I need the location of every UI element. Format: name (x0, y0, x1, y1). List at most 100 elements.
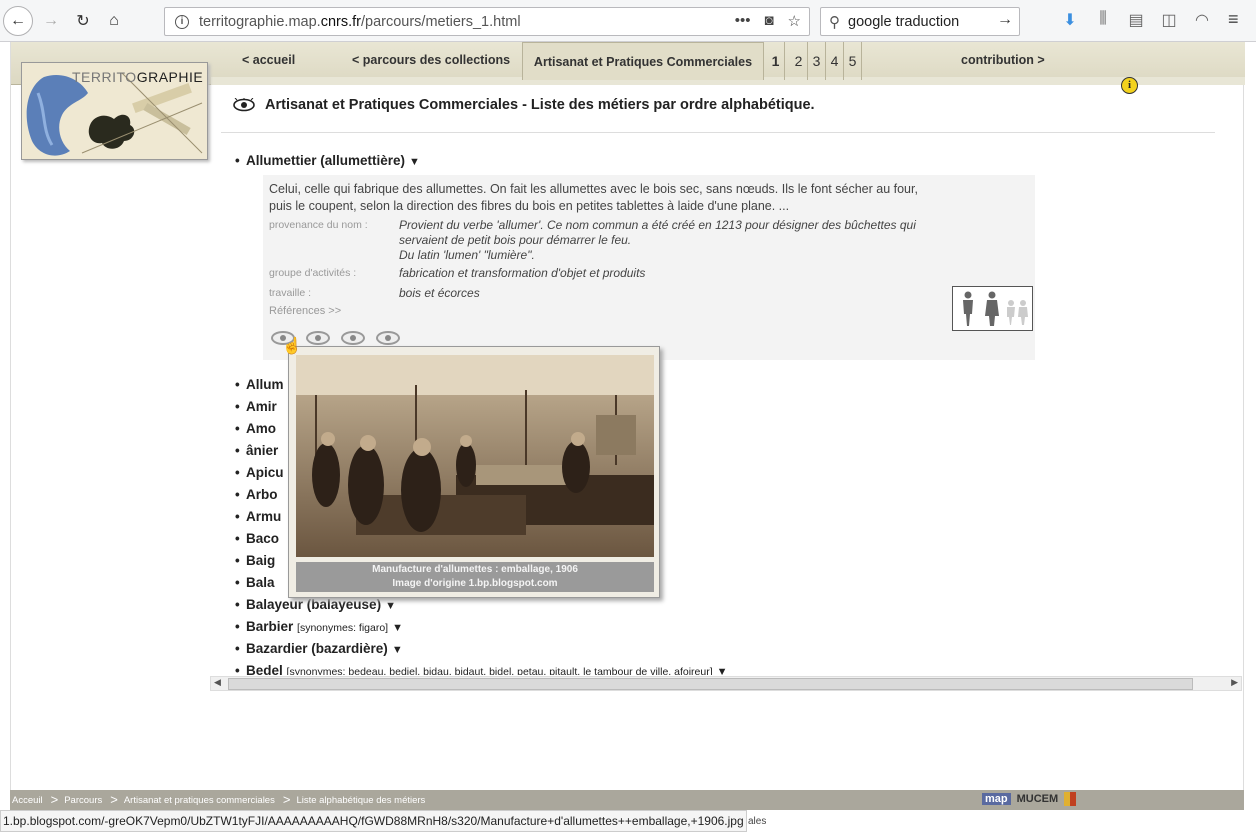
search-go-icon[interactable]: → (997, 11, 1013, 29)
item-title[interactable]: Barbier (246, 619, 293, 634)
mucem-logo[interactable]: MUCEM (1017, 793, 1059, 805)
breadcrumb-acceuil[interactable]: Acceuil (12, 795, 43, 806)
chevron-right-icon: > (110, 792, 118, 807)
caption-source: Image d'origine 1.bp.blogspot.com (392, 578, 558, 589)
expand-arrow-icon[interactable]: ▼ (717, 666, 728, 675)
scroll-right-arrow-icon[interactable]: ▶ (1231, 677, 1238, 688)
hamburger-menu-icon[interactable]: ≡ (1228, 9, 1239, 30)
home-button[interactable]: ⌂ (99, 6, 129, 36)
page-link-5[interactable]: 5 (844, 42, 862, 80)
item-title[interactable]: Allum (246, 377, 284, 392)
provenance-label: provenance du nom : (269, 219, 368, 231)
site-info-icon[interactable]: i (175, 14, 189, 29)
reader-icon[interactable]: ▤ (1126, 10, 1146, 30)
item-title[interactable]: ânier (246, 443, 278, 458)
image-view-eye-icon[interactable] (376, 331, 400, 345)
forward-button[interactable]: → (36, 6, 66, 36)
chevron-right-icon: > (50, 792, 59, 807)
list-item[interactable]: Bazardier (bazardière) ▼ (235, 641, 403, 656)
item-title[interactable]: Balayeur (balayeuse) (246, 597, 381, 612)
item-title[interactable]: Bazardier (bazardière) (246, 641, 388, 656)
people-figures (963, 291, 1028, 326)
list-item[interactable]: Baig (235, 553, 275, 568)
list-item[interactable]: Amo (235, 421, 276, 436)
list-item[interactable]: Balayeur (balayeuse) ▼ (235, 597, 396, 612)
item-title[interactable]: Armu (246, 509, 281, 524)
image-view-eye-icon[interactable] (341, 331, 365, 345)
address-bar[interactable]: i territographie.map.cnrs.fr/parcours/me… (164, 7, 810, 36)
item-title[interactable]: Apicu (246, 465, 284, 480)
item-title[interactable]: Baig (246, 553, 275, 568)
list-item[interactable]: Bala (235, 575, 275, 590)
travaille-label: travaille : (269, 287, 312, 299)
page-link-3[interactable]: 3 (808, 42, 826, 80)
horizontal-scrollbar[interactable]: ◀ ▶ (210, 676, 1242, 691)
library-icon[interactable]: ⫼ (1093, 10, 1113, 30)
bookmark-star-icon[interactable]: ☆ (788, 12, 801, 30)
list-item[interactable]: Barbier [synonymes: figaro]▼ (235, 619, 403, 634)
list-item-expanded[interactable]: Allumettier (allumettière) ▼ (235, 153, 420, 168)
url-host: territographie.map. (199, 13, 321, 30)
scrollbar-thumb[interactable] (228, 678, 1193, 690)
references-link[interactable]: Références >> (269, 305, 341, 317)
list-item[interactable]: Amir (235, 399, 277, 414)
partner-logos: map MUCEM (982, 792, 1077, 806)
page-link-2[interactable]: 2 (790, 42, 808, 80)
item-title[interactable]: Bala (246, 575, 275, 590)
list-item[interactable]: Allum (235, 377, 284, 392)
address-bar-actions: ••• ◙ ☆ (735, 12, 801, 30)
provenance-value: Provient du verbe 'allumer'. Ce nom comm… (399, 218, 959, 263)
sidebar-icon[interactable]: ◫ (1159, 10, 1179, 30)
search-icon: ⚲ (829, 13, 840, 31)
item-title[interactable]: Amir (246, 399, 277, 414)
site-logo[interactable]: TERRITOGRAPHIE (21, 62, 208, 160)
scroll-left-arrow-icon[interactable]: ◀ (214, 677, 221, 688)
info-icon[interactable]: i (1121, 77, 1138, 94)
groupe-value: fabrication et transformation d'objet et… (399, 266, 646, 280)
breadcrumb-artisanat[interactable]: Artisanat et pratiques commerciales (124, 795, 275, 806)
download-icon[interactable]: ⬇ (1060, 10, 1080, 30)
pocket-icon[interactable]: ◙ (764, 12, 773, 30)
page-link-4[interactable]: 4 (826, 42, 844, 80)
flag-logo-icon[interactable] (1064, 792, 1077, 806)
extension-icon[interactable]: ◠ (1192, 10, 1212, 30)
nav-accueil-link[interactable]: < accueil (242, 53, 295, 67)
expand-arrow-icon[interactable]: ▼ (392, 622, 403, 634)
list-item[interactable]: Apicu (235, 465, 284, 480)
breadcrumb-parcours[interactable]: Parcours (64, 795, 102, 806)
item-synonyms: [synonymes: figaro] (297, 622, 389, 634)
search-bar[interactable]: ⚲ google traduction → (820, 7, 1020, 36)
url-text: territographie.map.cnrs.fr/parcours/meti… (199, 14, 521, 30)
back-button[interactable]: ← (3, 6, 33, 36)
metier-detail-panel: Celui, celle qui fabrique des allumettes… (263, 175, 1035, 360)
provenance-line-2: servaient de petit bois pour démarrer le… (399, 233, 632, 247)
list-item[interactable]: ânier (235, 443, 278, 458)
item-title[interactable]: Arbo (246, 487, 278, 502)
collapse-arrow-icon[interactable]: ▼ (409, 156, 420, 168)
item-title[interactable]: Baco (246, 531, 279, 546)
expand-arrow-icon[interactable]: ▼ (392, 644, 403, 656)
factory-photo-illustration (296, 355, 654, 557)
nav-parcours-link[interactable]: < parcours des collections (352, 53, 510, 67)
item-title[interactable]: Bedel (246, 663, 283, 675)
groupe-label: groupe d'activités : (269, 267, 357, 279)
item-title[interactable]: Amo (246, 421, 276, 436)
map-logo[interactable]: map (982, 793, 1011, 805)
page-link-1[interactable]: 1 (767, 42, 785, 80)
photo-caption: Manufacture d'allumettes : emballage, 19… (296, 562, 654, 592)
reload-button[interactable]: ↻ (68, 6, 98, 36)
image-view-eye-icon[interactable] (306, 331, 330, 345)
item-title[interactable]: Allumettier (allumettière) (246, 153, 405, 168)
logo-text: TERRITOGRAPHIE (72, 69, 203, 85)
more-actions-icon[interactable]: ••• (735, 12, 751, 30)
expand-arrow-icon[interactable]: ▼ (385, 600, 396, 612)
list-item[interactable]: Baco (235, 531, 279, 546)
chevron-right-icon: > (282, 792, 291, 807)
nav-active-tab[interactable]: Artisanat et Pratiques Commerciales (522, 42, 764, 80)
nav-contribution-link[interactable]: contribution > (961, 53, 1045, 67)
search-input[interactable]: google traduction (848, 14, 959, 30)
list-item[interactable]: Bedel [synonymes: bedeau, bediel, bidau,… (235, 663, 728, 675)
list-item[interactable]: Arbo (235, 487, 278, 502)
breadcrumb-liste[interactable]: Liste alphabétique des métiers (296, 795, 425, 806)
list-item[interactable]: Armu (235, 509, 281, 524)
